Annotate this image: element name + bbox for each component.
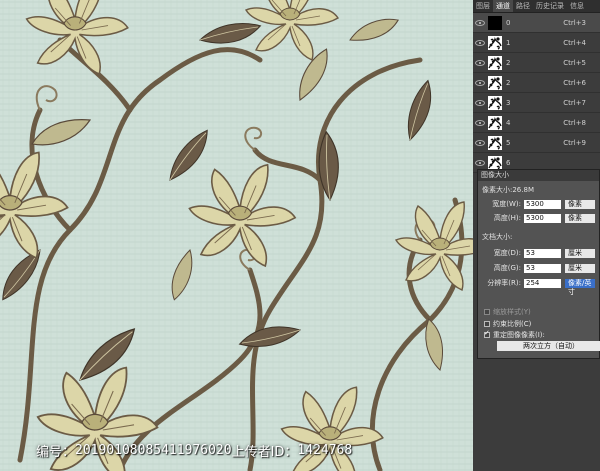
channel-thumbnail xyxy=(488,55,502,70)
floral-pattern-image xyxy=(0,0,473,471)
checkbox-box xyxy=(484,321,490,327)
resample-method-select[interactable]: 两次立方（自动） xyxy=(497,341,600,351)
watermark-uploader-label: 上传者ID： xyxy=(231,445,298,460)
tab-layers[interactable]: 图层 xyxy=(473,0,493,12)
channel-shortcut: Ctrl+6 xyxy=(563,78,586,87)
channel-shortcut: Ctrl+7 xyxy=(563,98,586,107)
visibility-eye-icon[interactable] xyxy=(475,19,485,26)
doc-height-label: 高度(G): xyxy=(493,264,521,272)
pixel-height-row: 高度(H): 5300 像素 xyxy=(478,213,600,223)
constrain-proportions-checkbox[interactable]: 约束比例(C) xyxy=(484,319,531,329)
image-size-dialog: 图像大小 像素大小:26.8M 宽度(W): 5300 像素 高度(H): 53… xyxy=(477,169,600,359)
visibility-eye-icon[interactable] xyxy=(475,39,485,46)
channel-row[interactable]: 4 Ctrl+8 xyxy=(473,113,600,133)
pixel-width-label: 宽度(W): xyxy=(492,200,521,208)
pixel-width-input[interactable]: 5300 xyxy=(524,199,561,209)
channel-row[interactable]: 3 Ctrl+7 xyxy=(473,93,600,113)
doc-height-input[interactable]: 53 xyxy=(524,263,561,273)
document-canvas[interactable]: 编号： 20190108085411976020 上传者ID： 1424768 xyxy=(0,0,473,471)
channel-shortcut: Ctrl+5 xyxy=(563,58,586,67)
visibility-eye-icon[interactable] xyxy=(475,139,485,146)
tab-channels[interactable]: 通道 xyxy=(493,0,513,12)
doc-width-label: 宽度(D): xyxy=(493,249,521,257)
doc-height-unit-select[interactable]: 厘米 xyxy=(565,263,595,273)
panel-tabs: 图层 通道 路径 历史记录 信息 xyxy=(473,0,600,13)
scale-styles-checkbox[interactable]: 缩放样式(Y) xyxy=(484,307,531,317)
scale-styles-label: 缩放样式(Y) xyxy=(493,308,531,316)
channel-thumbnail xyxy=(488,135,502,150)
pixel-dimensions-label: 像素大小:26.8M xyxy=(482,186,534,194)
pixel-width-row: 宽度(W): 5300 像素 xyxy=(478,199,600,209)
channel-thumbnail xyxy=(488,75,502,90)
tab-info[interactable]: 信息 xyxy=(567,0,587,12)
channel-row[interactable]: 1 Ctrl+4 xyxy=(473,33,600,53)
document-size-label: 文档大小: xyxy=(482,233,513,241)
resolution-input[interactable]: 254 xyxy=(524,278,561,288)
channel-thumbnail xyxy=(488,15,502,30)
doc-width-unit-select[interactable]: 厘米 xyxy=(565,248,595,258)
doc-width-input[interactable]: 53 xyxy=(524,248,561,258)
channel-name: 4 xyxy=(506,118,511,127)
dialog-title: 图像大小 xyxy=(478,170,599,181)
channel-name: 6 xyxy=(506,158,511,167)
channel-thumbnail xyxy=(488,95,502,110)
channel-name: 3 xyxy=(506,98,511,107)
resolution-label: 分辨率(R): xyxy=(487,279,521,287)
channel-row[interactable]: 5 Ctrl+9 xyxy=(473,133,600,153)
channel-row[interactable]: 2 Ctrl+6 xyxy=(473,73,600,93)
watermark-id-value: 20190108085411976020 xyxy=(75,443,232,458)
channel-shortcut: Ctrl+9 xyxy=(563,138,586,147)
channel-shortcut: Ctrl+4 xyxy=(563,38,586,47)
channel-name: 2 xyxy=(506,58,511,67)
tab-history[interactable]: 历史记录 xyxy=(533,0,567,12)
channel-shortcut: Ctrl+8 xyxy=(563,118,586,127)
doc-height-row: 高度(G): 53 厘米 xyxy=(478,263,600,273)
channel-shortcut: Ctrl+3 xyxy=(563,18,586,27)
visibility-eye-icon[interactable] xyxy=(475,79,485,86)
channel-thumbnail xyxy=(488,155,502,170)
channel-name: 1 xyxy=(506,38,511,47)
visibility-eye-icon[interactable] xyxy=(475,59,485,66)
channel-row[interactable]: 0 Ctrl+3 xyxy=(473,13,600,33)
watermark-caption: 编号： 20190108085411976020 上传者ID： 1424768 xyxy=(0,430,473,471)
constrain-label: 约束比例(C) xyxy=(493,320,532,328)
pixel-height-label: 高度(H): xyxy=(493,214,521,222)
resolution-row: 分辨率(R): 254 像素/英寸 xyxy=(478,278,600,296)
pixel-height-unit-select[interactable]: 像素 xyxy=(565,213,595,223)
visibility-eye-icon[interactable] xyxy=(475,119,485,126)
channel-row[interactable]: 2 Ctrl+5 xyxy=(473,53,600,73)
channel-thumbnail xyxy=(488,35,502,50)
checkbox-box xyxy=(484,309,490,315)
pixel-height-input[interactable]: 5300 xyxy=(524,213,561,223)
resolution-unit-select[interactable]: 像素/英寸 xyxy=(565,278,595,296)
channel-name: 5 xyxy=(506,138,511,147)
channel-list: 0 Ctrl+3 1 Ctrl+4 2 Ctrl+5 2 Ctrl+6 3 Ctrl+7 4 Ctrl… xyxy=(473,13,600,173)
tab-paths[interactable]: 路径 xyxy=(513,0,533,12)
resample-label: 重定图像像素(I): xyxy=(493,331,545,339)
watermark-id-label: 编号： xyxy=(36,445,76,460)
visibility-eye-icon[interactable] xyxy=(475,99,485,106)
watermark-uploader-value: 1424768 xyxy=(297,443,353,458)
resample-checkbox[interactable]: 重定图像像素(I): xyxy=(484,329,545,340)
channel-thumbnail xyxy=(488,115,502,130)
doc-width-row: 宽度(D): 53 厘米 xyxy=(478,248,600,258)
channel-name: 2 xyxy=(506,78,511,87)
channel-name: 0 xyxy=(506,18,511,27)
pixel-width-unit-select[interactable]: 像素 xyxy=(565,199,595,209)
checkbox-box xyxy=(484,329,490,338)
visibility-eye-icon[interactable] xyxy=(475,159,485,166)
